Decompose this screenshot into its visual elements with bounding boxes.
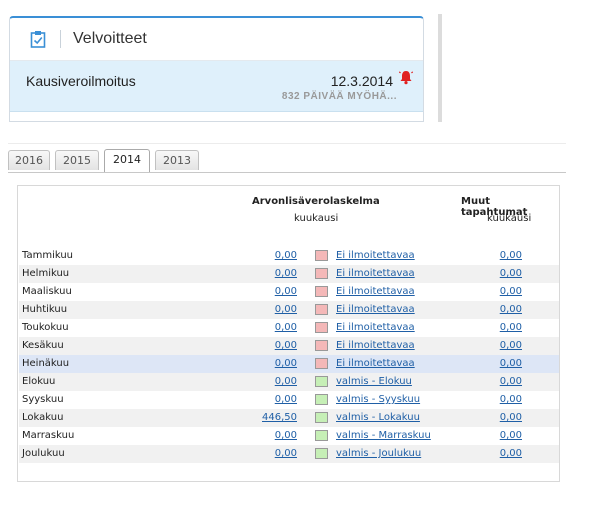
table-row: Huhtikuu 0,00 Ei ilmoitettavaa 0,00: [19, 301, 559, 319]
status-swatch: [315, 268, 328, 279]
other-amount-link[interactable]: 0,00: [500, 304, 522, 315]
status-swatch: [315, 358, 328, 369]
table-row: Helmikuu 0,00 Ei ilmoitettavaa 0,00: [19, 265, 559, 283]
status-swatch: [315, 322, 328, 333]
obligations-card: Velvoitteet Kausiveroilmoitus 12.3.2014 …: [9, 16, 424, 122]
table-row: Heinäkuu 0,00 Ei ilmoitettavaa 0,00: [19, 355, 559, 373]
vat-amount-link[interactable]: 446,50: [262, 412, 297, 423]
alarm-bell-icon: [399, 71, 413, 85]
table-row: Joulukuu 0,00 valmis - Joulukuu 0,00: [19, 445, 559, 463]
vat-amount-link[interactable]: 0,00: [275, 268, 297, 279]
status-link[interactable]: valmis - Syyskuu: [336, 394, 420, 405]
status-link[interactable]: valmis - Joulukuu: [336, 448, 421, 459]
other-column-subheader: kuukausi: [487, 213, 532, 224]
overdue-label: 832 PÄIVÄÄ MYÖHÄ...: [281, 91, 397, 102]
month-label: Huhtikuu: [22, 304, 68, 315]
month-label: Kesäkuu: [22, 340, 64, 351]
month-label: Syyskuu: [22, 394, 64, 405]
vat-amount-link[interactable]: 0,00: [275, 448, 297, 459]
status-link[interactable]: Ei ilmoitettavaa: [336, 358, 415, 369]
status-swatch: [315, 376, 328, 387]
month-label: Joulukuu: [22, 448, 65, 459]
other-amount-link[interactable]: 0,00: [500, 322, 522, 333]
vat-amount-link[interactable]: 0,00: [275, 322, 297, 333]
tab-2015[interactable]: 2015: [55, 150, 99, 170]
status-link[interactable]: Ei ilmoitettavaa: [336, 340, 415, 351]
vat-amount-link[interactable]: 0,00: [275, 340, 297, 351]
table-row: Tammikuu 0,00 Ei ilmoitettavaa 0,00: [19, 247, 559, 265]
other-amount-link[interactable]: 0,00: [500, 268, 522, 279]
card-header: Velvoitteet: [10, 18, 423, 61]
clipboard-check-icon: [30, 31, 46, 48]
status-link[interactable]: Ei ilmoitettavaa: [336, 268, 415, 279]
vat-amount-link[interactable]: 0,00: [275, 358, 297, 369]
card-title: Velvoitteet: [73, 30, 147, 47]
vat-amount-link[interactable]: 0,00: [275, 394, 297, 405]
vat-amount-link[interactable]: 0,00: [275, 376, 297, 387]
other-amount-link[interactable]: 0,00: [500, 430, 522, 441]
table-row: Marraskuu 0,00 valmis - Marraskuu 0,00: [19, 427, 559, 445]
other-amount-link[interactable]: 0,00: [500, 250, 522, 261]
vat-amount-link[interactable]: 0,00: [275, 430, 297, 441]
status-link[interactable]: Ei ilmoitettavaa: [336, 304, 415, 315]
month-label: Toukokuu: [22, 322, 69, 333]
table-row: Maaliskuu 0,00 Ei ilmoitettavaa 0,00: [19, 283, 559, 301]
year-tabs: 2016 2015 2014 2013: [8, 149, 566, 173]
status-swatch: [315, 412, 328, 423]
vat-amount-link[interactable]: 0,00: [275, 304, 297, 315]
obligation-name: Kausiveroilmoitus: [26, 73, 136, 89]
tab-2016[interactable]: 2016: [8, 150, 50, 170]
table-row: Lokakuu 446,50 valmis - Lokakuu 0,00: [19, 409, 559, 427]
status-link[interactable]: valmis - Marraskuu: [336, 430, 431, 441]
month-label: Lokakuu: [22, 412, 64, 423]
tax-table-panel: Arvonlisäverolaskelma kuukausi Muut tapa…: [17, 185, 560, 482]
other-amount-link[interactable]: 0,00: [500, 394, 522, 405]
status-link[interactable]: valmis - Elokuu: [336, 376, 412, 387]
divider: [8, 143, 566, 144]
status-link[interactable]: valmis - Lokakuu: [336, 412, 420, 423]
other-amount-link[interactable]: 0,00: [500, 286, 522, 297]
status-swatch: [315, 448, 328, 459]
status-swatch: [315, 394, 328, 405]
status-link[interactable]: Ei ilmoitettavaa: [336, 286, 415, 297]
status-link[interactable]: Ei ilmoitettavaa: [336, 250, 415, 261]
tab-2014[interactable]: 2014: [104, 149, 150, 172]
other-amount-link[interactable]: 0,00: [500, 412, 522, 423]
vat-column-header: Arvonlisäverolaskelma: [252, 196, 380, 207]
month-label: Tammikuu: [22, 250, 74, 261]
obligation-item[interactable]: Kausiveroilmoitus 12.3.2014 832 PÄIVÄÄ M…: [10, 61, 423, 112]
status-swatch: [315, 304, 328, 315]
table-row: Kesäkuu 0,00 Ei ilmoitettavaa 0,00: [19, 337, 559, 355]
month-label: Helmikuu: [22, 268, 70, 279]
other-amount-link[interactable]: 0,00: [500, 376, 522, 387]
other-amount-link[interactable]: 0,00: [500, 340, 522, 351]
tab-2013[interactable]: 2013: [155, 150, 199, 170]
vat-amount-link[interactable]: 0,00: [275, 250, 297, 261]
status-swatch: [315, 340, 328, 351]
status-swatch: [315, 286, 328, 297]
card-scrollbar[interactable]: [438, 14, 442, 122]
month-label: Maaliskuu: [22, 286, 72, 297]
header-separator: [60, 30, 61, 48]
status-swatch: [315, 430, 328, 441]
other-amount-link[interactable]: 0,00: [500, 448, 522, 459]
month-label: Heinäkuu: [22, 358, 70, 369]
vat-column-subheader: kuukausi: [294, 213, 339, 224]
table-row: Toukokuu 0,00 Ei ilmoitettavaa 0,00: [19, 319, 559, 337]
other-amount-link[interactable]: 0,00: [500, 358, 522, 369]
obligation-date: 12.3.2014: [330, 73, 393, 89]
month-label: Marraskuu: [22, 430, 75, 441]
month-label: Elokuu: [22, 376, 56, 387]
vat-amount-link[interactable]: 0,00: [275, 286, 297, 297]
status-swatch: [315, 250, 328, 261]
table-row: Syyskuu 0,00 valmis - Syyskuu 0,00: [19, 391, 559, 409]
status-link[interactable]: Ei ilmoitettavaa: [336, 322, 415, 333]
table-row: Elokuu 0,00 valmis - Elokuu 0,00: [19, 373, 559, 391]
